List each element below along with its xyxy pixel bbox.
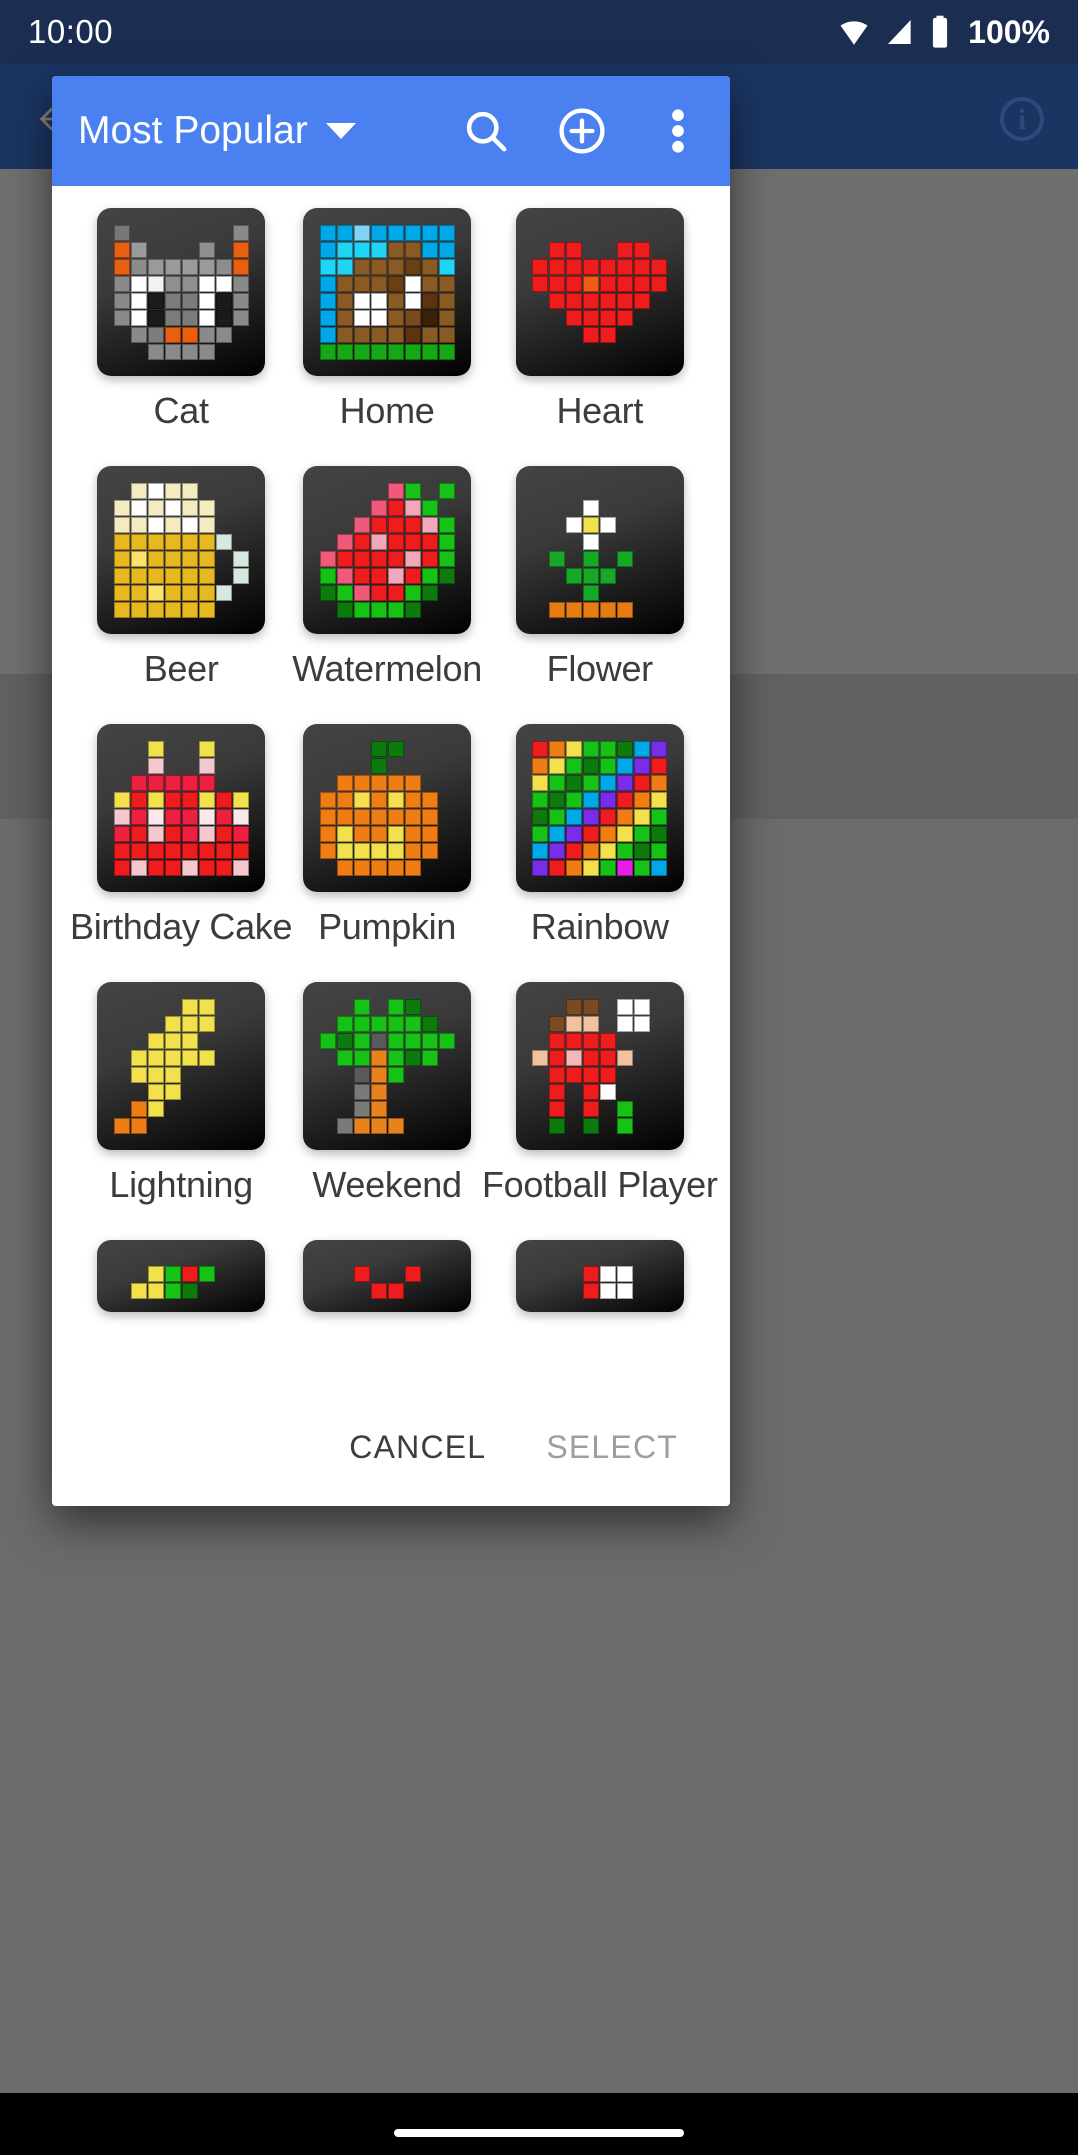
- icon-label: Rainbow: [530, 906, 669, 947]
- icon-grid-item[interactable]: [482, 1240, 718, 1312]
- icon-preview-tile: [515, 982, 684, 1150]
- icon-grid-item[interactable]: [292, 1240, 482, 1312]
- pixel-art: [319, 998, 455, 1134]
- icon-preview-tile: [303, 208, 472, 376]
- pixel-art: [113, 224, 249, 360]
- icon-grid-item[interactable]: Birthday Cake: [70, 724, 293, 982]
- icon-grid-item[interactable]: Flower: [482, 466, 718, 724]
- icon-preview-tile: [515, 724, 684, 892]
- icon-preview-tile: [303, 724, 472, 892]
- icon-preview-tile: [515, 208, 684, 376]
- icon-label: Weekend: [312, 1164, 462, 1205]
- icon-grid-item[interactable]: Beer: [70, 466, 292, 724]
- dialog-toolbar: Most Popular: [52, 76, 730, 186]
- icon-preview-tile: [97, 466, 266, 634]
- toolbar-actions: [460, 105, 704, 157]
- icon-grid-item[interactable]: [70, 1240, 292, 1312]
- pixel-art: [532, 483, 667, 618]
- status-icons: 100%: [837, 14, 1050, 51]
- pixel-art: [319, 482, 455, 618]
- dialog-title: Most Popular: [78, 109, 308, 152]
- icon-grid-item[interactable]: Home: [292, 208, 482, 466]
- icon-grid-item[interactable]: Cat: [70, 208, 292, 466]
- scroll-fade: [52, 1328, 730, 1388]
- pixel-art: [319, 740, 455, 876]
- pixel-art: [532, 1266, 667, 1299]
- pixel-art: [319, 224, 455, 360]
- icon-label: Pumpkin: [318, 906, 457, 947]
- icon-preview-tile: [515, 466, 684, 634]
- status-bar: 10:00 100%: [0, 0, 1078, 64]
- icon-preview-tile: [303, 1240, 472, 1312]
- icon-grid-item[interactable]: Weekend: [292, 982, 482, 1240]
- icon-label: Flower: [546, 648, 654, 689]
- dialog-footer: CANCEL SELECT: [52, 1388, 730, 1506]
- icon-label: Heart: [556, 390, 644, 431]
- icon-grid-item[interactable]: Rainbow: [482, 724, 718, 982]
- wifi-icon: [840, 21, 868, 45]
- pixel-art: [320, 1266, 455, 1299]
- status-clock: 10:00: [28, 13, 114, 50]
- signal-icon: [888, 20, 911, 44]
- icon-grid-item[interactable]: Lightning: [70, 982, 292, 1240]
- icon-label: Cat: [153, 390, 209, 431]
- icon-preview-tile: [303, 982, 472, 1150]
- icon-label: Lightning: [109, 1164, 253, 1205]
- chevron-down-icon: [325, 123, 356, 139]
- battery-percentage: 100%: [968, 13, 1050, 50]
- icon-label: Football Player: [481, 1164, 718, 1205]
- home-gesture-pill[interactable]: [394, 2129, 684, 2137]
- pixel-art: [114, 1266, 249, 1299]
- icon-grid-item[interactable]: Heart: [482, 208, 718, 466]
- icon-grid-scroll[interactable]: Cat Home Heart Beer Watermelon Flower Birthday…: [52, 186, 730, 1388]
- pixel-art: [113, 740, 249, 876]
- info-icon: i: [1000, 97, 1044, 141]
- pixel-art: [532, 225, 668, 360]
- category-dropdown[interactable]: Most Popular: [78, 109, 356, 153]
- icon-grid-item[interactable]: Watermelon: [292, 466, 482, 724]
- search-icon[interactable]: [460, 105, 512, 157]
- icon-preview-tile: [515, 1240, 684, 1312]
- icon-picker-dialog: Most Popular Cat Home Heart Beer Waterme…: [52, 76, 730, 1506]
- icon-preview-tile: [303, 466, 472, 634]
- icon-label: Birthday Cake: [70, 906, 293, 947]
- pixel-art: [113, 998, 249, 1134]
- icon-grid: Cat Home Heart Beer Watermelon Flower Birthday…: [52, 208, 730, 1312]
- add-circle-icon[interactable]: [556, 105, 608, 157]
- icon-preview-tile: [97, 208, 266, 376]
- icon-preview-tile: [97, 982, 266, 1150]
- system-nav-bar: [0, 2093, 1078, 2155]
- icon-grid-item[interactable]: Pumpkin: [292, 724, 482, 982]
- phone-screen: i 10:00 100% Most Popular Cat Home Heart…: [0, 0, 1078, 2155]
- cancel-button[interactable]: CANCEL: [349, 1429, 486, 1466]
- icon-grid-item[interactable]: Football Player: [482, 982, 718, 1240]
- icon-preview-tile: [97, 724, 266, 892]
- select-button[interactable]: SELECT: [546, 1429, 678, 1466]
- overflow-menu-icon[interactable]: [652, 105, 704, 157]
- pixel-art: [532, 740, 668, 876]
- icon-label: Watermelon: [292, 648, 482, 689]
- battery-icon: [933, 15, 948, 48]
- icon-label: Beer: [143, 648, 219, 689]
- pixel-art: [113, 482, 249, 618]
- icon-label: Home: [339, 390, 435, 431]
- pixel-art: [532, 998, 667, 1134]
- icon-preview-tile: [97, 1240, 266, 1312]
